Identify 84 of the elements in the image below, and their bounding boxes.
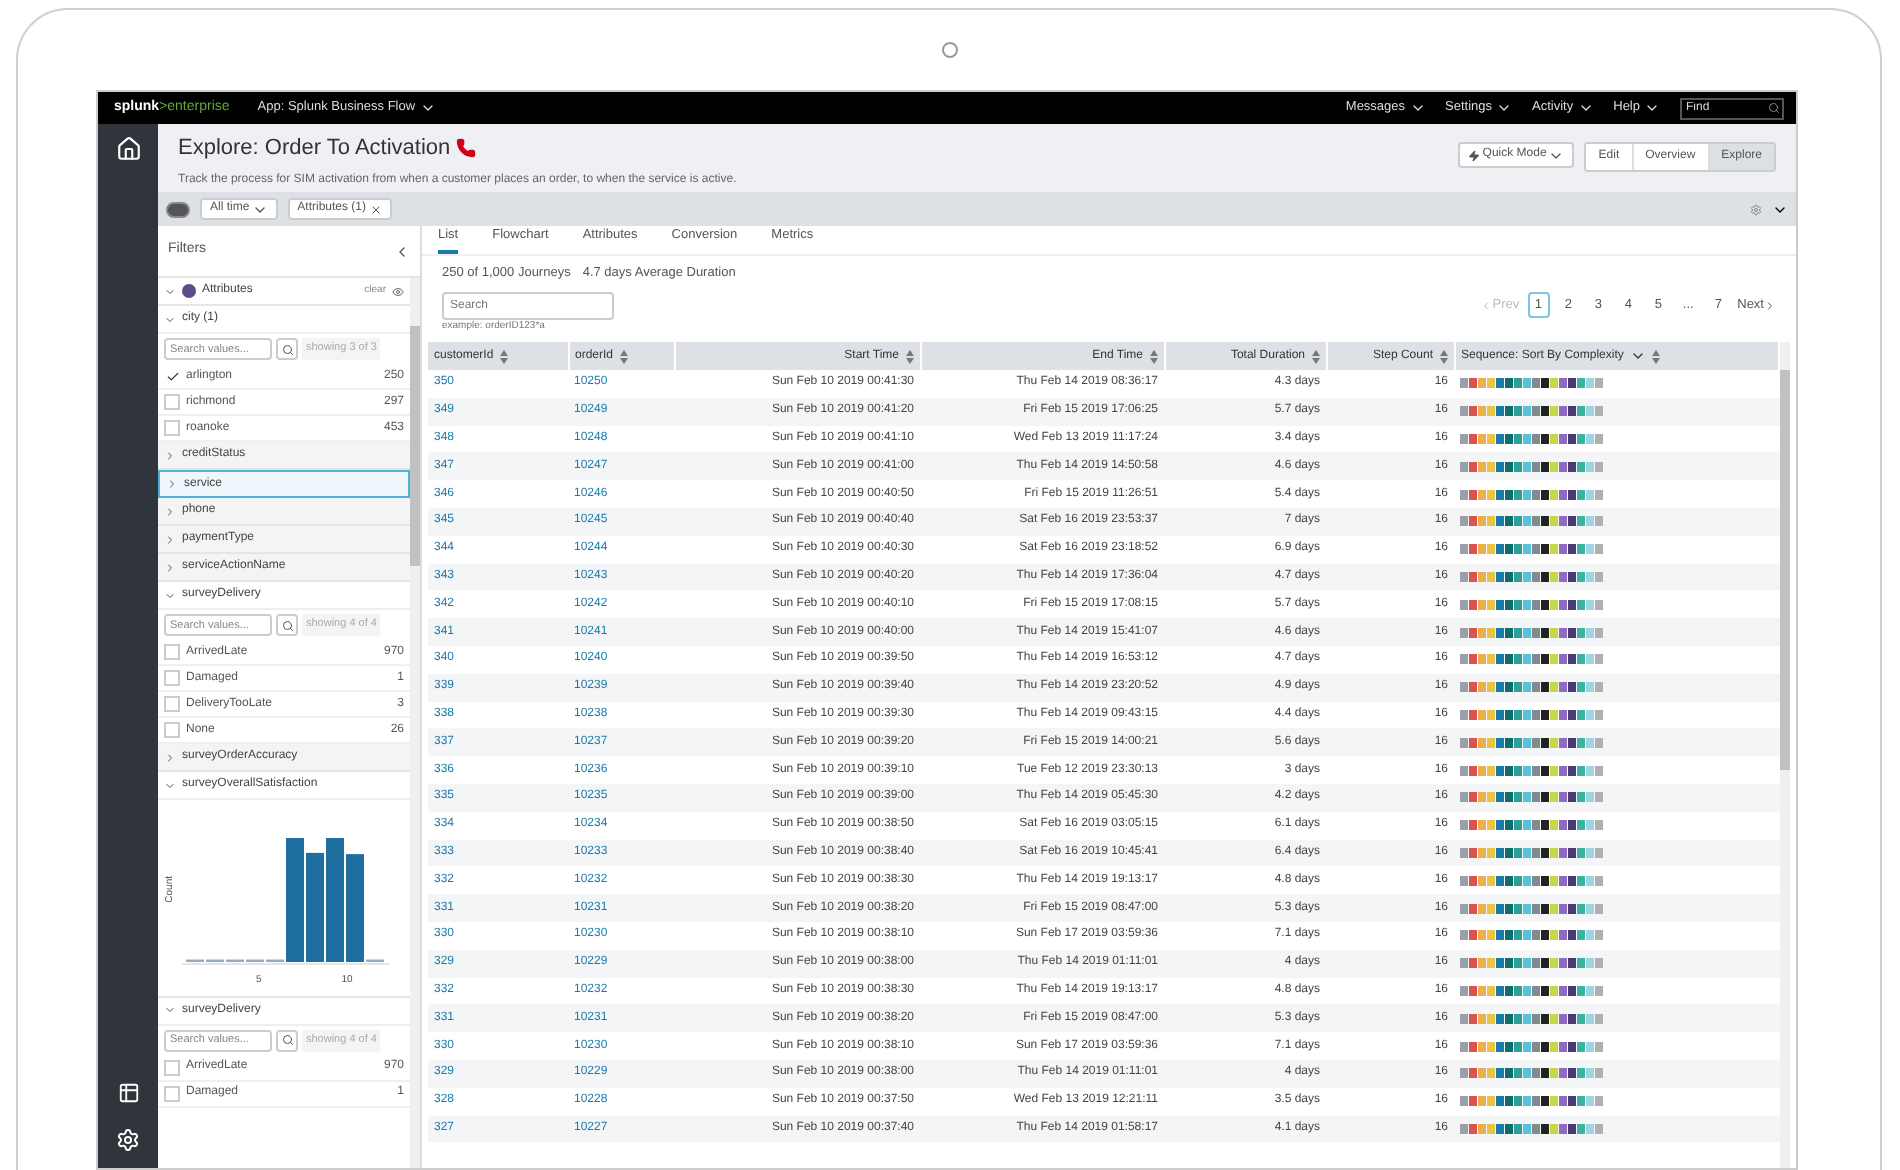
chevron-right-icon [1764,299,1776,311]
checkbox[interactable] [164,394,180,410]
table-icon[interactable] [117,1082,139,1104]
checkbox[interactable] [164,644,180,660]
collapse-icon[interactable] [394,243,410,259]
sequence-drawing [1460,406,1604,417]
search-button[interactable] [276,338,298,360]
sequence-drawing [1460,1041,1604,1052]
chevron-icon [164,449,176,461]
sequence-drawing [1460,903,1604,914]
sequence-drawing [1460,709,1604,720]
caret-icon [1629,348,1646,364]
checkbox[interactable] [164,670,180,686]
sequence-drawing [1460,930,1604,941]
group-icon [182,284,196,298]
phone-icon [456,138,477,159]
sort-icon [1311,349,1319,363]
checkbox[interactable] [164,1085,180,1101]
home-icon[interactable] [115,136,141,162]
sequence-drawing [1460,820,1604,831]
sequence-drawing [1460,1096,1604,1107]
chevron-icon [164,533,176,545]
caret-icon [1496,100,1513,116]
search-icon [281,343,293,355]
search-button[interactable] [276,614,298,636]
check-icon [165,369,179,383]
sort-icon [1439,349,1447,363]
chevron-icon [166,478,178,490]
sequence-drawing [1460,985,1604,996]
scrollbar[interactable] [410,278,420,1168]
search-button[interactable] [276,1029,298,1051]
chevron-icon [164,751,176,763]
chevron-icon [164,779,176,791]
sequence-drawing [1460,737,1604,748]
sort-icon [499,349,508,363]
sequence-drawing [1460,599,1604,610]
search-icon [281,1034,293,1046]
sequence-drawing [1460,792,1604,803]
caret-icon [1577,100,1594,116]
sequence-drawing [1460,627,1604,638]
chevron-icon[interactable] [164,285,176,297]
sequence-drawing [1460,875,1604,886]
sort-icon [905,349,913,363]
sequence-drawing [1460,682,1604,693]
checkbox[interactable] [164,368,180,384]
sequence-drawing [1460,654,1604,665]
checkbox[interactable] [164,420,180,436]
chevron-icon [164,313,176,325]
caret-icon [419,100,436,116]
close-icon[interactable] [370,203,383,215]
sort-icon [619,349,628,363]
sort-icon [1651,349,1660,363]
checkbox[interactable] [164,1059,180,1075]
sequence-drawing [1460,1123,1604,1134]
search-icon [1768,102,1780,114]
chevron-icon [164,505,176,517]
search-icon [281,619,293,631]
chevron-left-icon [1480,299,1493,311]
sequence-drawing [1460,516,1604,527]
sequence-drawing [1460,489,1604,500]
sort-icon [1149,349,1157,363]
sequence-drawing [1460,958,1604,969]
sequence-drawing [1460,461,1604,472]
sequence-drawing [1460,433,1604,444]
sequence-drawing [1460,544,1604,555]
chevron-icon [164,589,176,601]
chevron-icon [164,561,176,573]
eye-icon[interactable] [392,285,404,297]
toggle-icon[interactable] [166,201,190,217]
scrollbar[interactable] [1780,342,1790,1168]
sequence-drawing [1460,847,1604,858]
sequence-drawing [1460,378,1604,389]
sequence-drawing [1460,571,1604,582]
sequence-drawing [1460,765,1604,776]
chevron-icon [164,1004,176,1016]
sequence-drawing [1460,1013,1604,1024]
caret-icon [1409,100,1426,116]
camera-icon [941,42,957,58]
checkbox[interactable] [164,696,180,712]
caret-icon [1644,100,1660,116]
sequence-drawing [1460,1068,1604,1079]
checkbox[interactable] [164,722,180,738]
page-title: Explore: Order To Activation [178,134,451,164]
bolt-icon [1468,149,1481,161]
